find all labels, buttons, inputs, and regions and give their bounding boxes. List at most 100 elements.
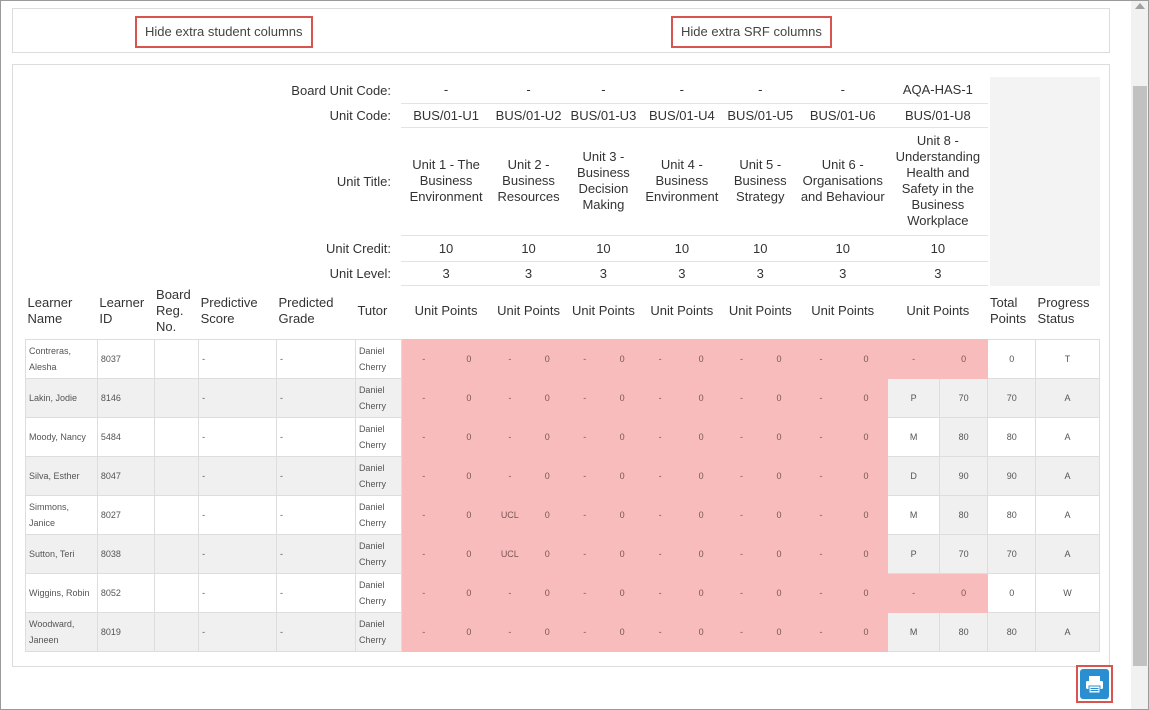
unit-grade-cell: - — [797, 456, 845, 496]
total-points-cell: 80 — [987, 612, 1037, 652]
unit-points-cell: 0 — [602, 495, 642, 535]
unit-grade-cell: - — [722, 378, 761, 418]
tutor-cell: Daniel Cherry — [354, 495, 402, 535]
unit-points-cell: 0 — [602, 339, 642, 379]
unit-grade-cell: - — [565, 456, 604, 496]
unit-points-cell: 0 — [843, 456, 889, 496]
unit-points-cell: 0 — [528, 417, 567, 457]
print-icon — [1086, 676, 1103, 694]
table-row[interactable]: Simmons, Janice 8027- - Daniel Cherry -0 UCL 0… — [25, 495, 1100, 535]
table-row[interactable]: Wiggins, Robin 8052- - Daniel Cherry -0-0-0-… — [25, 573, 1100, 613]
unit-code-value: BUS/01-U4 — [640, 103, 723, 128]
unit-points-header[interactable]: Unit Points — [491, 285, 566, 340]
unit-grade-cell: M — [887, 495, 940, 535]
print-button[interactable] — [1080, 669, 1109, 699]
unit-points-header[interactable]: Unit Points — [641, 285, 723, 340]
unit-credit-value: 10 — [887, 235, 988, 262]
unit-level-value: 3 — [887, 261, 988, 286]
unit-points-cell: 0 — [446, 378, 492, 418]
learner-id-cell: 8052 — [96, 573, 155, 613]
unit-points-cell: 0 — [843, 495, 889, 535]
learner-name-cell: Moody, Nancy — [25, 417, 98, 457]
hide-srf-columns-button[interactable]: Hide extra SRF columns — [671, 16, 832, 48]
unit-code-value: BUS/01-U5 — [722, 103, 798, 128]
board-reg-header[interactable]: Board Reg. No. — [154, 285, 199, 340]
unit-grade-cell: - — [797, 573, 845, 613]
unit-title-value: Unit 4 - Business Environment — [640, 127, 723, 236]
unit-grade-cell: - — [640, 456, 680, 496]
board-reg-cell — [153, 417, 200, 457]
unit-points-cell: 0 — [843, 417, 889, 457]
predicted-grade-cell: - — [276, 612, 356, 652]
learner-name-cell: Simmons, Janice — [25, 495, 98, 535]
table-row[interactable]: Contreras, Alesha 8037- - Daniel Cherry -0-0… — [25, 339, 1100, 379]
unit-grade-cell: - — [722, 573, 761, 613]
tutor-cell: Daniel Cherry — [354, 456, 402, 496]
board-reg-cell — [153, 534, 200, 574]
table-row[interactable]: Lakin, Jodie 8146- - Daniel Cherry -0-0-0-0-… — [25, 378, 1100, 418]
predicted-grade-cell: - — [276, 573, 356, 613]
learner-id-cell: 8047 — [96, 456, 155, 496]
scroll-up-arrow-icon[interactable] — [1135, 3, 1145, 9]
table-row[interactable]: Silva, Esther 8047- - Daniel Cherry -0-0-0-0… — [25, 456, 1100, 496]
hide-student-columns-button[interactable]: Hide extra student columns — [135, 16, 313, 48]
unit-credit-value: 10 — [640, 235, 723, 262]
unit-level-value: 3 — [640, 261, 723, 286]
unit-points-header[interactable]: Unit Points — [888, 285, 988, 340]
unit-points-cell: 0 — [602, 612, 642, 652]
unit-title-value: Unit 1 - The Business Environment — [401, 127, 492, 236]
unit-grade-cell: - — [722, 417, 761, 457]
learner-name-cell: Lakin, Jodie — [25, 378, 98, 418]
total-points-header[interactable]: Total Points — [988, 285, 1036, 340]
learner-id-cell: 5484 — [96, 417, 155, 457]
predictive-score-header[interactable]: Predictive Score — [199, 285, 277, 340]
header-spacer — [988, 127, 1100, 235]
scrollbar-thumb[interactable] — [1133, 86, 1147, 666]
unit-grade-cell: P — [887, 534, 940, 574]
learner-id-cell: 8146 — [96, 378, 155, 418]
predictive-score-cell: - — [198, 378, 277, 418]
unit-points-cell: 0 — [678, 456, 724, 496]
table-row[interactable]: Woodward, Janeen 8019- - Daniel Cherry -0-0-… — [25, 612, 1100, 652]
total-points-cell: 90 — [987, 456, 1037, 496]
predictive-score-cell: - — [198, 612, 277, 652]
unit-grade-cell: - — [797, 378, 845, 418]
unit-points-header[interactable]: Unit Points — [723, 285, 798, 340]
unit-title-value: Unit 6 - Organisations and Behaviour — [797, 127, 888, 236]
unit-level-value: 3 — [401, 261, 492, 286]
unit-points-cell: 0 — [446, 573, 492, 613]
unit-grade-cell: - — [400, 495, 448, 535]
board-unit-code-row: Board Unit Code: - - - - - - AQA-HAS-1 — [26, 77, 1100, 104]
unit-points-cell: 0 — [938, 339, 989, 379]
learner-name-cell: Sutton, Teri — [25, 534, 98, 574]
board-reg-cell — [153, 339, 200, 379]
unit-grade-cell: - — [565, 573, 604, 613]
board-reg-cell — [153, 495, 200, 535]
unit-points-cell: 0 — [843, 612, 889, 652]
unit-grade-cell: - — [722, 456, 761, 496]
unit-points-cell: 0 — [528, 534, 567, 574]
unit-code-value: BUS/01-U1 — [401, 103, 492, 128]
tutor-header[interactable]: Tutor — [355, 285, 401, 340]
unit-points-cell: 0 — [843, 339, 889, 379]
learner-id-header[interactable]: Learner ID — [97, 285, 154, 340]
unit-title-value: Unit 8 - Understanding Health and Safety… — [887, 127, 988, 236]
total-points-cell: 80 — [987, 417, 1037, 457]
total-points-cell: 70 — [987, 534, 1037, 574]
unit-credit-value: 10 — [722, 235, 798, 262]
unit-points-header[interactable]: Unit Points — [566, 285, 641, 340]
unit-points-cell: 0 — [678, 417, 724, 457]
table-row[interactable]: Sutton, Teri 8038- - Daniel Cherry -0 UCL 0-0-… — [25, 534, 1100, 574]
predicted-grade-header[interactable]: Predicted Grade — [277, 285, 356, 340]
unit-grade-cell: - — [797, 417, 845, 457]
unit-level-value: 3 — [722, 261, 798, 286]
unit-grade-cell: - — [887, 573, 940, 613]
unit-points-header[interactable]: Unit Points — [401, 285, 491, 340]
unit-level-label: Unit Level: — [329, 265, 392, 281]
unit-points-header[interactable]: Unit Points — [798, 285, 888, 340]
table-row[interactable]: Moody, Nancy 5484- - Daniel Cherry -0-0-0-0-… — [25, 417, 1100, 457]
learner-name-header[interactable]: Learner Name — [26, 285, 98, 340]
predicted-grade-cell: - — [276, 339, 356, 379]
progress-status-header[interactable]: Progress Status — [1036, 285, 1100, 340]
unit-points-cell: 0 — [602, 573, 642, 613]
